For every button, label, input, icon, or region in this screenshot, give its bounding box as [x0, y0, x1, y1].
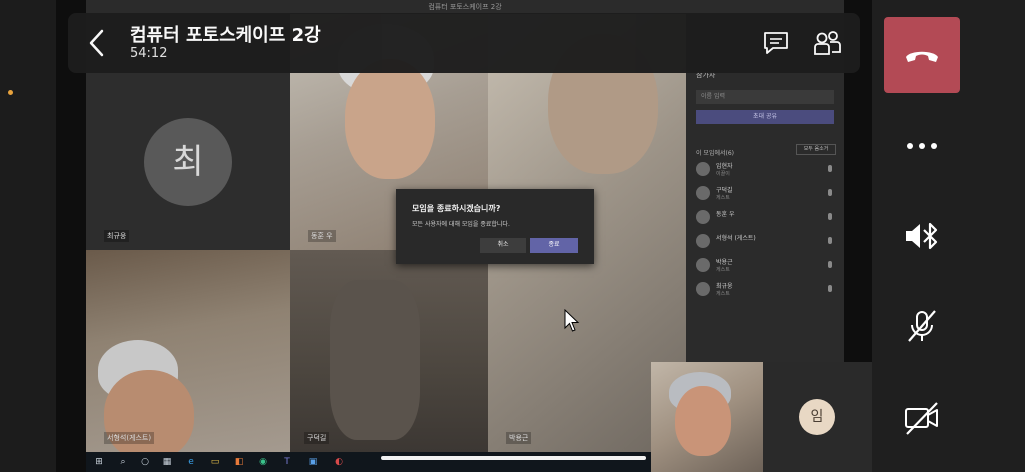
- participant-name: 임현자: [716, 163, 733, 170]
- participant-name: 박용근: [716, 259, 733, 266]
- cancel-button[interactable]: 취소: [480, 238, 526, 253]
- app-icon[interactable]: ▣: [308, 457, 318, 467]
- self-video: [651, 362, 763, 472]
- mute-all-button[interactable]: 모두 음소거: [796, 144, 836, 155]
- participant-row[interactable]: 박용근 게스트: [696, 256, 836, 278]
- mic-icon: [828, 165, 832, 172]
- bluetooth-speaker-icon[interactable]: [902, 216, 942, 256]
- mouse-cursor-icon: [564, 309, 580, 332]
- participant-avatar: [696, 186, 710, 200]
- mic-icon: [828, 261, 832, 268]
- mic-icon: [828, 213, 832, 220]
- video-tile-5: 구덕길: [290, 250, 488, 452]
- folder-icon[interactable]: ▭: [210, 457, 220, 467]
- teams-icon[interactable]: T: [282, 457, 292, 467]
- status-indicator-dot: [8, 90, 13, 95]
- meeting-screen: 컴퓨터 포토스케이프 2강 최 최규웅 동훈 우 박용근 서형석(게스트) 구덕…: [0, 0, 1025, 472]
- participant-name: 구덕길: [716, 187, 733, 194]
- photo-app-icon[interactable]: ◐: [334, 457, 344, 467]
- meeting-duration: 54:12: [130, 46, 168, 61]
- participant-row[interactable]: 임현자 이끌이: [696, 160, 836, 182]
- participant-avatar: [696, 282, 710, 296]
- shared-window-title: 컴퓨터 포토스케이프 2강: [86, 0, 844, 14]
- search-icon[interactable]: ⌕: [118, 457, 128, 467]
- tile-name-label: 동훈 우: [308, 230, 336, 242]
- tile-name-label: 최규웅: [104, 230, 130, 242]
- participant-avatar: [696, 258, 710, 272]
- back-chevron-icon[interactable]: [84, 27, 110, 59]
- participant-row[interactable]: 동훈 우: [696, 208, 836, 230]
- end-meeting-dialog: 모임을 종료하시겠습니까? 모든 사용자에 대해 모임을 종료합니다. 취소 종…: [396, 189, 594, 264]
- participant-row[interactable]: 구덕길 게스트: [696, 184, 836, 206]
- tile-name-label: 구덕길: [304, 432, 330, 444]
- share-invite-button[interactable]: 초대 공유: [696, 110, 834, 124]
- participant-avatar: 임: [799, 399, 835, 435]
- participant-figure: [330, 280, 420, 440]
- participant-avatar-tile: 임: [763, 362, 872, 472]
- tile-name-label: 박용근: [506, 432, 532, 444]
- left-edge: [0, 0, 56, 472]
- mic-icon: [828, 285, 832, 292]
- participant-name: 최규웅: [716, 283, 733, 290]
- mic-icon: [828, 189, 832, 196]
- windows-start-icon[interactable]: ⊞: [94, 457, 104, 467]
- participant-row[interactable]: 서형석 (게스트): [696, 232, 836, 254]
- store-icon[interactable]: ◧: [234, 457, 244, 467]
- camera-off-icon[interactable]: [902, 398, 942, 438]
- widgets-icon[interactable]: ▦: [162, 457, 172, 467]
- participant-search-input[interactable]: 이름 입력: [696, 90, 834, 104]
- participant-avatar: 최: [144, 118, 232, 206]
- edge-icon[interactable]: e: [186, 457, 196, 467]
- meeting-title: 컴퓨터 포토스케이프 2강: [130, 25, 321, 46]
- participant-role: 게스트: [716, 291, 730, 297]
- dialog-title: 모임을 종료하시겠습니까?: [412, 204, 501, 213]
- call-controls: [872, 0, 1025, 472]
- participant-avatar: [696, 162, 710, 176]
- task-view-icon[interactable]: ○: [140, 457, 150, 467]
- participant-role: 이끌이: [716, 171, 730, 177]
- meeting-header: 컴퓨터 포토스케이프 2강 54:12: [68, 13, 860, 73]
- more-icon[interactable]: [902, 126, 942, 166]
- people-icon[interactable]: [812, 28, 842, 58]
- participant-avatar: [696, 234, 710, 248]
- participant-role: 게스트: [716, 267, 730, 273]
- dialog-message: 모든 사용자에 대해 모임을 종료합니다.: [412, 221, 510, 228]
- participant-face: [345, 59, 435, 179]
- hangup-button[interactable]: [884, 17, 960, 93]
- participants-section-label: 이 모임에서(6): [696, 150, 735, 157]
- participant-avatar: [696, 210, 710, 224]
- phone-hangup-icon: [906, 51, 938, 62]
- video-tile-4: 서형석(게스트): [86, 250, 290, 452]
- end-meeting-button[interactable]: 종료: [530, 238, 578, 253]
- tile-name-label: 서형석(게스트): [104, 432, 155, 444]
- scrollbar[interactable]: [381, 456, 646, 460]
- mic-icon: [828, 237, 832, 244]
- participant-row[interactable]: 최규웅 게스트: [696, 280, 836, 302]
- participant-name: 동훈 우: [716, 211, 735, 218]
- participant-role: 게스트: [716, 195, 730, 201]
- participant-name: 서형석 (게스트): [716, 235, 756, 242]
- mic-off-icon[interactable]: [902, 306, 942, 346]
- self-face: [675, 386, 731, 456]
- browser-icon[interactable]: ◉: [258, 457, 268, 467]
- chat-icon[interactable]: [762, 29, 790, 57]
